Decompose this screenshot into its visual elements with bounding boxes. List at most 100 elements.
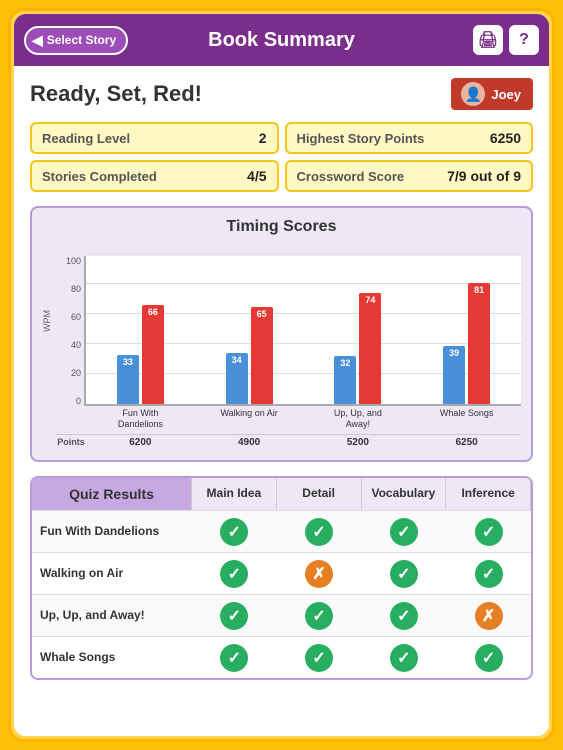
bar-red-4: 81 bbox=[468, 283, 490, 405]
points-val-2: 4900 bbox=[195, 435, 304, 450]
quiz-section: Quiz Results Main Idea Detail Vocabulary… bbox=[30, 476, 533, 680]
bar-blue-1: 33 bbox=[117, 355, 139, 405]
quiz-r3c2: ✓ bbox=[277, 595, 362, 636]
stats-grid: Reading Level 2 Highest Story Points 625… bbox=[30, 122, 533, 192]
quiz-row-3: Up, Up, and Away! ✓ ✓ ✓ ✗ bbox=[32, 594, 531, 636]
quiz-r4c1: ✓ bbox=[192, 637, 277, 678]
quiz-r2c2: ✗ bbox=[277, 553, 362, 594]
quiz-r3c4: ✗ bbox=[446, 595, 531, 636]
bar-group-1: 33 66 bbox=[86, 256, 195, 404]
check-icon: ✓ bbox=[220, 644, 248, 672]
check-icon: ✓ bbox=[305, 518, 333, 546]
bar-group-2: 34 65 bbox=[195, 256, 304, 404]
user-badge: 👤 Joey bbox=[451, 78, 533, 110]
check-icon: ✓ bbox=[475, 560, 503, 588]
stat-highest-points: Highest Story Points 6250 bbox=[285, 122, 534, 154]
stat-value-reading-level: 2 bbox=[259, 130, 267, 146]
check-icon: ✓ bbox=[390, 560, 418, 588]
bar-pair-3: 32 74 bbox=[334, 256, 381, 404]
help-button[interactable]: ? bbox=[509, 25, 539, 55]
bar-val-blue-2: 34 bbox=[232, 353, 242, 365]
quiz-row-1: Fun With Dandelions ✓ ✓ ✓ ✓ bbox=[32, 510, 531, 552]
quiz-story-3: Up, Up, and Away! bbox=[32, 600, 192, 630]
stat-value-highest-points: 6250 bbox=[490, 130, 521, 146]
quiz-r1c2: ✓ bbox=[277, 511, 362, 552]
chart-title: Timing Scores bbox=[42, 218, 521, 236]
back-label: Select Story bbox=[47, 33, 116, 47]
bar-pair-1: 33 66 bbox=[117, 256, 164, 404]
points-val-3: 5200 bbox=[304, 435, 413, 450]
grid-line-100 bbox=[86, 253, 521, 254]
bar-red-2: 65 bbox=[251, 307, 273, 405]
bar-pair-4: 39 81 bbox=[443, 256, 490, 404]
check-icon: ✓ bbox=[305, 644, 333, 672]
bar-pair-2: 34 65 bbox=[226, 256, 273, 404]
bar-val-blue-3: 32 bbox=[340, 356, 350, 368]
header: ◀ Select Story Book Summary 🖨 ? bbox=[14, 14, 549, 66]
bar-val-blue-1: 33 bbox=[123, 355, 133, 367]
col-vocabulary: Vocabulary bbox=[362, 478, 447, 510]
stat-stories-completed: Stories Completed 4/5 bbox=[30, 160, 279, 192]
quiz-r1c3: ✓ bbox=[362, 511, 447, 552]
chart-section: Timing Scores WPM 100 80 60 40 20 0 bbox=[30, 206, 533, 462]
back-button[interactable]: ◀ Select Story bbox=[24, 26, 128, 55]
avatar: 👤 bbox=[461, 82, 485, 106]
x-icon: ✗ bbox=[305, 560, 333, 588]
y-0: 0 bbox=[56, 396, 81, 406]
y-80: 80 bbox=[56, 284, 81, 294]
quiz-r2c1: ✓ bbox=[192, 553, 277, 594]
bar-label-4: Whale Songs bbox=[412, 408, 521, 430]
quiz-r3c1: ✓ bbox=[192, 595, 277, 636]
points-label: Points bbox=[56, 435, 86, 450]
bar-val-red-3: 74 bbox=[365, 293, 375, 305]
col-main-idea: Main Idea bbox=[192, 478, 277, 510]
book-title: Ready, Set, Red! bbox=[30, 81, 202, 107]
points-val-4: 6250 bbox=[412, 435, 521, 450]
quiz-r1c4: ✓ bbox=[446, 511, 531, 552]
bar-blue-4: 39 bbox=[443, 346, 465, 405]
col-detail: Detail bbox=[277, 478, 362, 510]
quiz-r4c4: ✓ bbox=[446, 637, 531, 678]
bar-val-red-4: 81 bbox=[474, 283, 484, 295]
points-row: Points 6200 4900 5200 6250 bbox=[56, 434, 521, 450]
header-icons: 🖨 ? bbox=[473, 25, 539, 55]
stat-value-crossword: 7/9 out of 9 bbox=[447, 168, 521, 184]
quiz-story-4: Whale Songs bbox=[32, 642, 192, 672]
check-icon: ✓ bbox=[220, 602, 248, 630]
title-row: Ready, Set, Red! 👤 Joey bbox=[30, 78, 533, 110]
quiz-header: Quiz Results Main Idea Detail Vocabulary… bbox=[32, 478, 531, 510]
quiz-r3c3: ✓ bbox=[362, 595, 447, 636]
stat-label-reading-level: Reading Level bbox=[42, 131, 130, 146]
quiz-r2c3: ✓ bbox=[362, 553, 447, 594]
check-icon: ✓ bbox=[220, 518, 248, 546]
stat-value-stories: 4/5 bbox=[247, 168, 266, 184]
bar-label-2: Walking on Air bbox=[195, 408, 304, 430]
stat-label-crossword: Crossword Score bbox=[297, 169, 405, 184]
stat-label-stories: Stories Completed bbox=[42, 169, 157, 184]
quiz-title-cell: Quiz Results bbox=[32, 478, 192, 510]
y-60: 60 bbox=[56, 312, 81, 322]
bar-red-1: 66 bbox=[142, 305, 164, 404]
print-button[interactable]: 🖨 bbox=[473, 25, 503, 55]
wpm-label: WPM bbox=[42, 246, 52, 396]
stat-reading-level: Reading Level 2 bbox=[30, 122, 279, 154]
y-100: 100 bbox=[56, 256, 81, 266]
bar-val-red-2: 65 bbox=[257, 307, 267, 319]
header-title: Book Summary bbox=[208, 29, 355, 52]
bar-label-3: Up, Up, andAway! bbox=[304, 408, 413, 430]
bar-blue-2: 34 bbox=[226, 353, 248, 404]
user-name: Joey bbox=[491, 87, 521, 102]
quiz-r4c3: ✓ bbox=[362, 637, 447, 678]
quiz-row-4: Whale Songs ✓ ✓ ✓ ✓ bbox=[32, 636, 531, 678]
content-area: Ready, Set, Red! 👤 Joey Reading Level 2 … bbox=[14, 66, 549, 736]
stat-crossword: Crossword Score 7/9 out of 9 bbox=[285, 160, 534, 192]
bar-red-3: 74 bbox=[359, 293, 381, 404]
bar-labels: Fun WithDandelions Walking on Air Up, Up… bbox=[86, 408, 521, 430]
back-arrow-icon: ◀ bbox=[32, 32, 43, 49]
check-icon: ✓ bbox=[390, 518, 418, 546]
check-icon: ✓ bbox=[475, 644, 503, 672]
bar-label-1: Fun WithDandelions bbox=[86, 408, 195, 430]
check-icon: ✓ bbox=[220, 560, 248, 588]
check-icon: ✓ bbox=[390, 602, 418, 630]
col-inference: Inference bbox=[446, 478, 531, 510]
